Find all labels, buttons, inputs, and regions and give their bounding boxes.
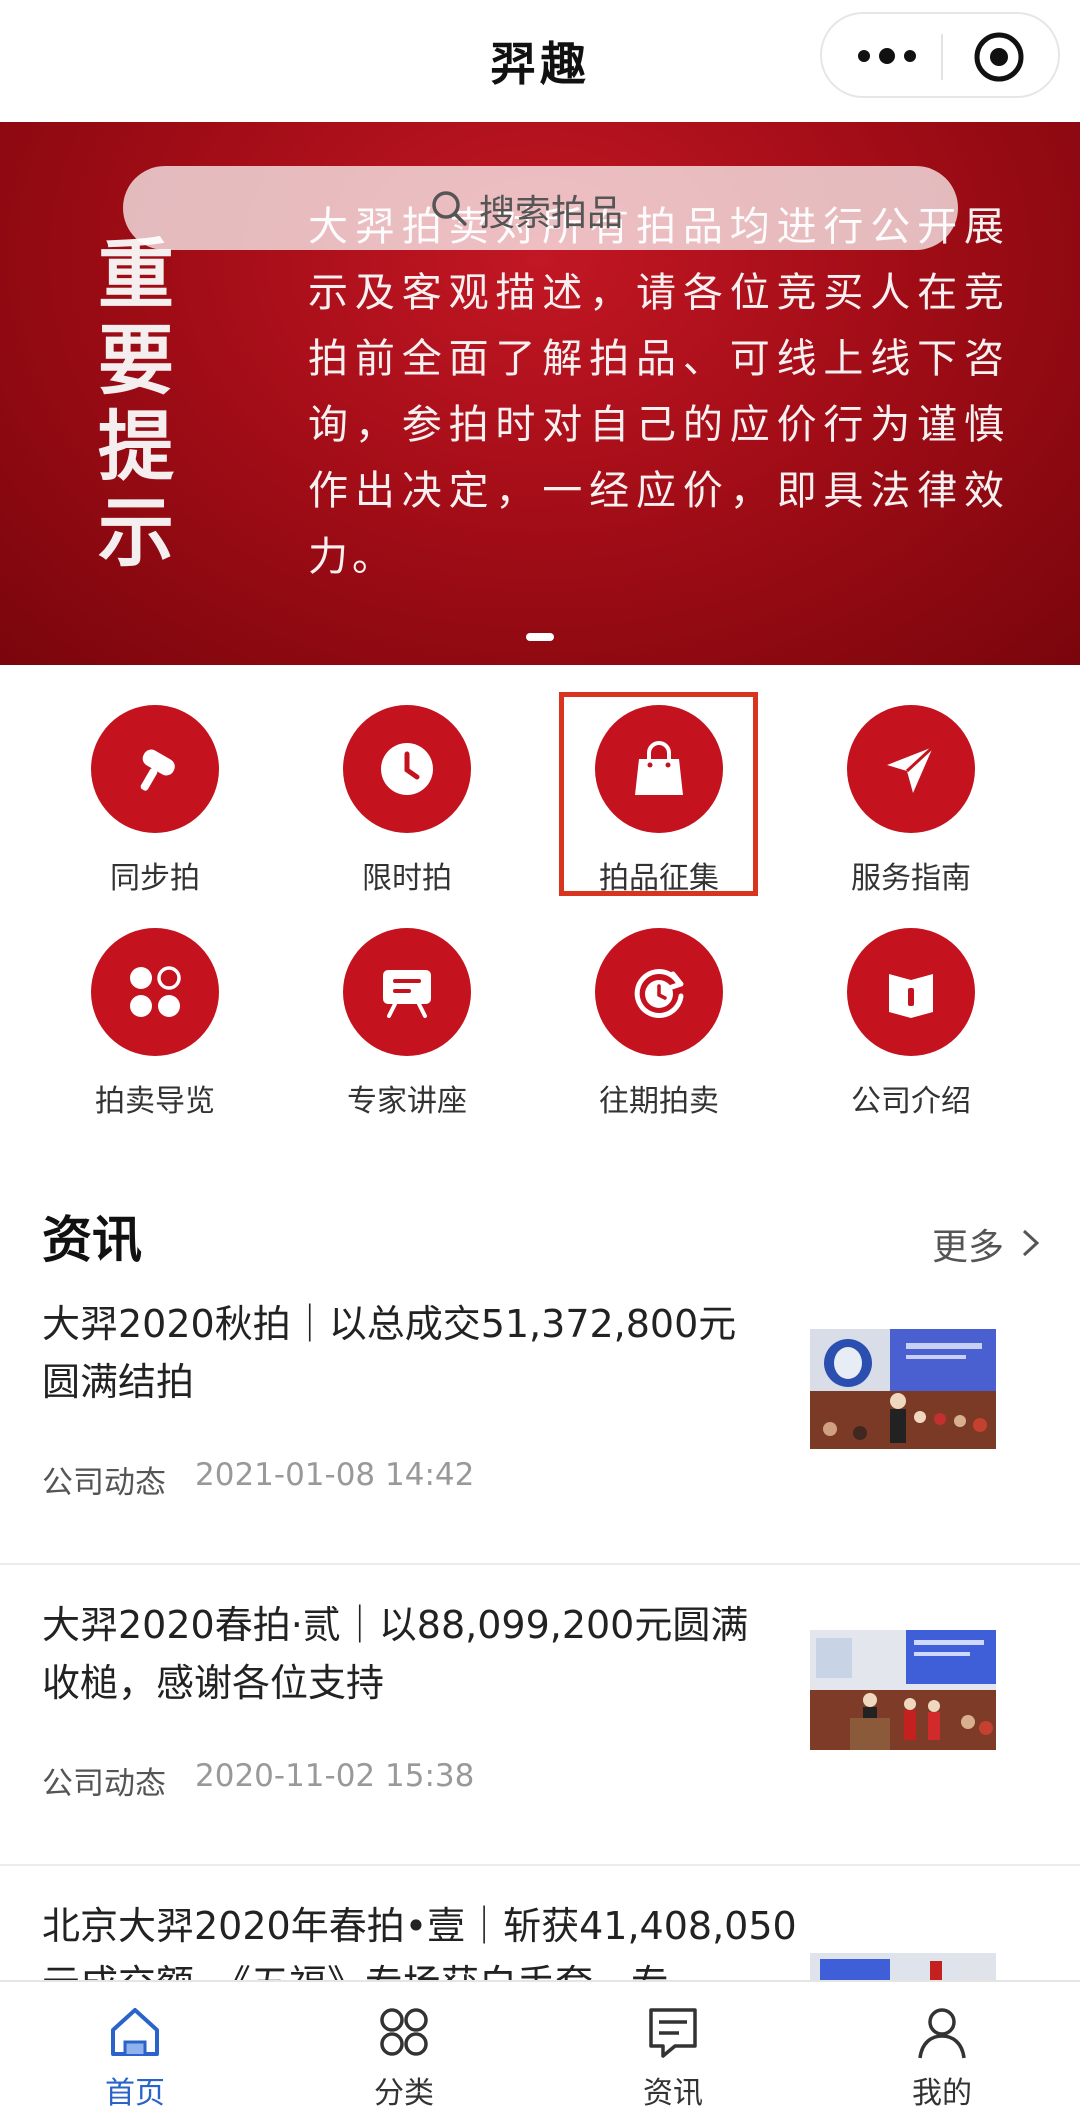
grid-item-service-guide[interactable]: 服务指南	[811, 665, 1011, 896]
news-title: 大羿2020秋拍｜以总成交51,372,800元圆满结拍	[42, 1302, 737, 1404]
tab-label: 资讯	[643, 2076, 703, 2111]
news-icon	[649, 2008, 697, 2058]
grid-item-past-auctions[interactable]: 往期拍卖	[559, 888, 759, 1119]
tab-news[interactable]: 资讯	[573, 1982, 773, 2127]
search-bar[interactable]: 搜索拍品	[123, 166, 958, 250]
news-title: 大羿2020春拍·贰｜以88,099,200元圆满收槌，感谢各位支持	[42, 1603, 749, 1705]
auction-photo-image	[810, 1329, 996, 1449]
tab-home[interactable]: 首页	[35, 1982, 235, 2127]
news-category: 公司动态	[42, 1766, 166, 1802]
news-item[interactable]: 大羿2020秋拍｜以总成交51,372,800元圆满结拍 公司动态 2021-0…	[0, 1295, 1080, 1555]
news-divider	[0, 1864, 1080, 1866]
paper-plane-icon	[887, 745, 935, 793]
gavel-icon	[140, 749, 175, 791]
news-more-label: 更多	[932, 1227, 1005, 1268]
tab-label: 首页	[105, 2076, 165, 2111]
news-item[interactable]: 北京大羿2020年春拍•壹｜斩获41,408,050元成交额，《五福》专场获白手…	[0, 1897, 1080, 1980]
banner-side-title: 重要提示	[98, 230, 174, 577]
selection-highlight-box	[559, 692, 758, 896]
news-thumbnail	[810, 1329, 996, 1449]
capsule-divider	[941, 34, 943, 80]
tab-category[interactable]: 分类	[304, 1982, 504, 2127]
grid-label: 专家讲座	[347, 1084, 467, 1119]
news-item[interactable]: 大羿2020春拍·贰｜以88,099,200元圆满收槌，感谢各位支持 公司动态 …	[0, 1596, 1080, 1856]
history-icon	[634, 969, 684, 1018]
news-category: 公司动态	[42, 1465, 166, 1501]
auction-photo-image	[810, 1953, 996, 1980]
clock-icon	[381, 743, 433, 795]
news-thumbnail	[810, 1630, 996, 1750]
carousel-indicator	[526, 633, 554, 641]
news-section-heading: 资讯	[42, 1211, 142, 1269]
news-more-link[interactable]: 更多	[932, 1218, 1040, 1270]
grid-label: 往期拍卖	[599, 1084, 719, 1119]
category-icon	[380, 2008, 428, 2056]
grid-item-expert-lectures[interactable]: 专家讲座	[307, 888, 507, 1119]
news-divider	[0, 1563, 1080, 1565]
close-miniprogram-icon[interactable]	[972, 30, 1026, 84]
search-placeholder: 搜索拍品	[479, 193, 624, 234]
user-icon	[918, 2008, 966, 2059]
grid-label: 公司介绍	[851, 1084, 971, 1119]
top-nav-bar: 羿趣	[0, 0, 1080, 122]
mini-program-capsule	[820, 12, 1060, 98]
tab-label: 分类	[374, 2076, 434, 2111]
feature-grid: 同步拍 限时拍 拍品征集 服务指南 拍卖导览 专家讲座 往期拍卖 公司介绍	[0, 665, 1080, 1135]
home-icon	[111, 2008, 159, 2056]
book-icon	[889, 974, 933, 1018]
chevron-right-icon	[1022, 1229, 1040, 1257]
news-thumbnail	[810, 1953, 996, 1980]
search-icon	[432, 191, 467, 226]
news-title: 北京大羿2020年春拍•壹｜斩获41,408,050元成交额，《五福》专场获白手…	[42, 1904, 797, 1980]
bottom-tab-bar: 首页 分类 资讯 我的	[0, 1980, 1080, 2127]
grid-item-auction-tour[interactable]: 拍卖导览	[55, 888, 255, 1119]
tab-label: 我的	[912, 2076, 972, 2111]
grid-item-timed-auction[interactable]: 限时拍	[307, 665, 507, 896]
banner-notice-text: 大羿拍卖对所有拍品均进行公开展示及客观描述，请各位竞买人在竞拍前全面了解拍品、可…	[308, 204, 1008, 580]
notice-banner[interactable]: 重要提示 大羿拍卖对所有拍品均进行公开展示及客观描述，请各位竞买人在竞拍前全面了…	[0, 122, 1080, 665]
grid-label: 拍卖导览	[95, 1084, 215, 1119]
tab-mine[interactable]: 我的	[842, 1982, 1042, 2127]
grid-item-company-intro[interactable]: 公司介绍	[811, 888, 1011, 1119]
apps-icon	[130, 966, 181, 1017]
more-options-icon[interactable]	[852, 36, 922, 76]
auction-photo-image	[810, 1630, 996, 1750]
news-time: 2020-11-02 15:38	[195, 1758, 475, 1794]
news-time: 2021-01-08 14:42	[195, 1457, 475, 1493]
grid-item-sync-auction[interactable]: 同步拍	[55, 665, 255, 896]
presentation-icon	[383, 970, 431, 1018]
